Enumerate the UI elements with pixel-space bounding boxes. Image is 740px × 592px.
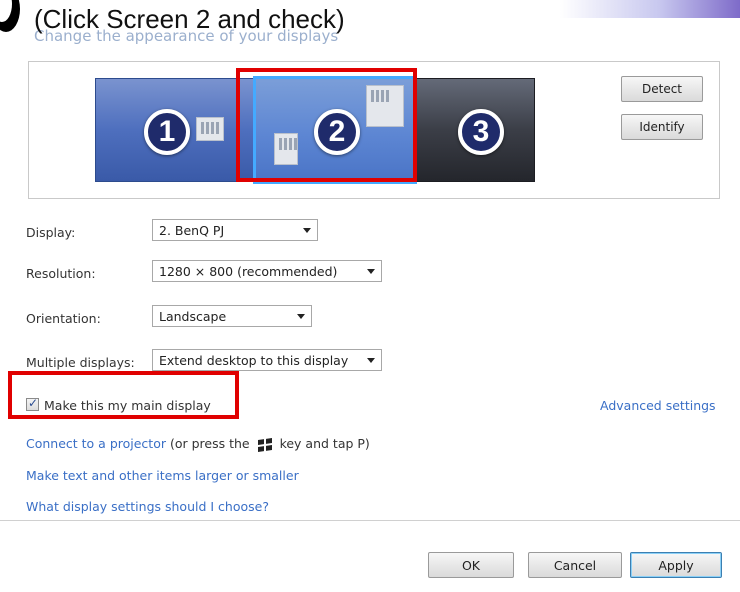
windows-key-icon — [257, 437, 272, 452]
projector-hint-text-a: (or press the — [169, 436, 250, 451]
dropdown-arrow-icon — [303, 228, 311, 233]
monitor-number-badge: 1 — [144, 109, 190, 155]
monitor-number-badge: 3 — [458, 109, 504, 155]
detect-button[interactable]: Detect — [621, 76, 703, 102]
dropdown-arrow-icon — [367, 269, 375, 274]
highlight-box-screen-2 — [236, 68, 417, 182]
multiple-displays-label: Multiple displays: — [26, 355, 135, 370]
cancel-button[interactable]: Cancel — [528, 552, 622, 578]
resolution-select[interactable]: 1280 × 800 (recommended) — [152, 260, 382, 282]
orientation-select-value: Landscape — [159, 308, 227, 324]
monitor-1[interactable]: 1 — [95, 78, 255, 182]
display-select-value: 2. BenQ PJ — [159, 222, 225, 238]
connect-projector-link[interactable]: Connect to a projector — [26, 436, 166, 451]
multiple-displays-select-value: Extend desktop to this display — [159, 352, 349, 368]
orientation-select[interactable]: Landscape — [152, 305, 312, 327]
display-select[interactable]: 2. BenQ PJ — [152, 219, 318, 241]
resolution-label: Resolution: — [26, 266, 96, 281]
advanced-settings-link[interactable]: Advanced settings — [600, 398, 716, 413]
projector-line: Connect to a projector (or press the key… — [26, 436, 370, 452]
dropdown-arrow-icon — [297, 314, 305, 319]
ok-button[interactable]: OK — [428, 552, 514, 578]
apply-button[interactable]: Apply — [630, 552, 722, 578]
instruction-caption: (Click Screen 2 and check) — [34, 4, 345, 34]
multiple-displays-select[interactable]: Extend desktop to this display — [152, 349, 382, 371]
monitor-3[interactable]: 3 — [413, 78, 535, 182]
projector-hint-text-b: key and tap P) — [279, 436, 370, 451]
main-display-label: Make this my main display — [44, 398, 211, 413]
dropdown-arrow-icon — [367, 358, 375, 363]
identify-button[interactable]: Identify — [621, 114, 703, 140]
display-label: Display: — [26, 225, 76, 240]
resolution-select-value: 1280 × 800 (recommended) — [159, 263, 338, 279]
slide-corner-decoration — [560, 0, 740, 18]
orientation-label: Orientation: — [26, 311, 101, 326]
main-display-checkbox[interactable] — [26, 396, 39, 411]
monitor-window-icon — [196, 117, 224, 141]
which-settings-link[interactable]: What display settings should I choose? — [26, 499, 269, 514]
footer-divider — [0, 520, 740, 521]
text-size-link[interactable]: Make text and other items larger or smal… — [26, 468, 299, 483]
